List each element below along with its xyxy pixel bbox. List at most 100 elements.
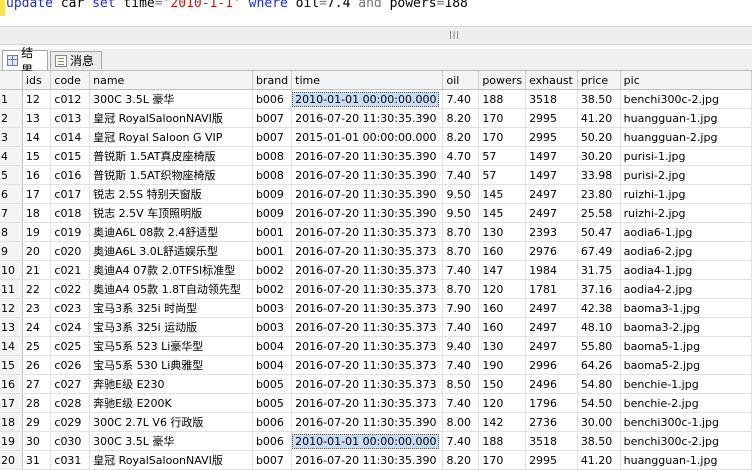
column-header-exhaust[interactable]: exhaust — [525, 71, 578, 90]
cell-time[interactable]: 2016-07-20 11:30:35.373 — [291, 279, 444, 299]
row-number[interactable]: 2 — [0, 108, 23, 128]
table-row[interactable]: 13 24 c024 宝马3系 325i 运动版 b003 2016-07-20 11:3… — [0, 317, 752, 337]
cell-name[interactable]: 奥迪A6L 08款 2.4舒适型 — [89, 222, 253, 242]
cell-time[interactable]: 2010-01-01 00:00:00.000 — [291, 431, 444, 451]
cell-ids[interactable]: 28 — [22, 393, 52, 413]
cell-time[interactable]: 2010-01-01 00:00:00.000 — [291, 89, 444, 109]
cell-name[interactable]: 锐志 2.5V 车顶照明版 — [89, 203, 253, 223]
table-row[interactable]: 12 23 c023 宝马3系 325i 时尚型 b003 2016-07-20 11:3… — [0, 298, 752, 318]
cell-code[interactable]: c012 — [50, 89, 91, 109]
cell-powers[interactable]: 57 — [478, 165, 527, 185]
cell-price[interactable]: 33.98 — [577, 165, 621, 185]
cell-price[interactable]: 30.00 — [577, 412, 621, 432]
cell-name[interactable]: 奥迪A4 05款 1.8T自动领先型 — [89, 279, 253, 299]
cell-powers[interactable]: 170 — [478, 127, 527, 147]
cell-time[interactable]: 2016-07-20 11:30:35.373 — [291, 260, 444, 280]
cell-name[interactable]: 奥迪A4 07款 2.0TFSI标准型 — [89, 260, 253, 280]
cell-price[interactable]: 55.80 — [577, 336, 621, 356]
row-number[interactable]: 15 — [0, 355, 23, 375]
column-header-oil[interactable]: oil — [442, 71, 480, 90]
row-number[interactable]: 18 — [0, 412, 23, 432]
cell-pic[interactable]: benchie-2.jpg — [620, 393, 752, 413]
cell-time[interactable]: 2016-07-20 11:30:35.373 — [291, 374, 444, 394]
cell-ids[interactable]: 25 — [22, 336, 52, 356]
cell-price[interactable]: 48.10 — [577, 317, 621, 337]
cell-price[interactable]: 25.58 — [577, 203, 621, 223]
cell-code[interactable]: c014 — [50, 127, 91, 147]
cell-time[interactable]: 2016-07-20 11:30:35.390 — [291, 108, 444, 128]
cell-brand[interactable]: b006 — [252, 89, 293, 109]
cell-time[interactable]: 2016-07-20 11:30:35.390 — [291, 146, 444, 166]
cell-oil[interactable]: 4.70 — [442, 146, 480, 166]
sql-text[interactable]: update car set time='2010-1-1' where oil… — [6, 0, 468, 11]
cell-time[interactable]: 2016-07-20 11:30:35.390 — [291, 450, 444, 470]
column-header-ids[interactable]: ids — [22, 71, 52, 90]
cell-code[interactable]: c028 — [50, 393, 91, 413]
cell-pic[interactable]: baoma5-2.jpg — [620, 355, 752, 375]
cell-pic[interactable]: benchie-1.jpg — [620, 374, 752, 394]
cell-brand[interactable]: b001 — [252, 222, 293, 242]
cell-name[interactable]: 宝马5系 523 Li豪华型 — [89, 336, 253, 356]
cell-brand[interactable]: b007 — [252, 108, 293, 128]
table-row[interactable]: 7 18 c018 锐志 2.5V 车顶照明版 b009 2016-07-20 11:30… — [0, 203, 752, 223]
cell-ids[interactable]: 22 — [22, 279, 52, 299]
cell-price[interactable]: 67.49 — [577, 241, 621, 261]
row-number[interactable]: 11 — [0, 279, 23, 299]
cell-time[interactable]: 2016-07-20 11:30:35.373 — [291, 355, 444, 375]
cell-time[interactable]: 2016-07-20 11:30:35.373 — [291, 222, 444, 242]
cell-brand[interactable]: b006 — [252, 431, 293, 451]
cell-price[interactable]: 64.26 — [577, 355, 621, 375]
cell-pic[interactable]: purisi-2.jpg — [620, 165, 752, 185]
table-row[interactable]: 11 22 c022 奥迪A4 05款 1.8T自动领先型 b002 2016-07-20… — [0, 279, 752, 299]
cell-pic[interactable]: baoma3-1.jpg — [620, 298, 752, 318]
cell-exhaust[interactable]: 3518 — [525, 431, 578, 451]
cell-exhaust[interactable]: 1497 — [525, 165, 578, 185]
cell-price[interactable]: 42.38 — [577, 298, 621, 318]
cell-oil[interactable]: 8.70 — [442, 222, 480, 242]
cell-exhaust[interactable]: 3518 — [525, 89, 578, 109]
cell-ids[interactable]: 20 — [22, 241, 52, 261]
cell-name[interactable]: 宝马3系 325i 运动版 — [89, 317, 253, 337]
row-number[interactable]: 4 — [0, 146, 23, 166]
cell-oil[interactable]: 8.50 — [442, 374, 480, 394]
cell-price[interactable]: 38.50 — [577, 431, 621, 451]
cell-pic[interactable]: huangguan-1.jpg — [620, 108, 752, 128]
cell-brand[interactable]: b003 — [252, 298, 293, 318]
cell-powers[interactable]: 145 — [478, 184, 527, 204]
cell-name[interactable]: 300C 2.7L V6 行政版 — [89, 412, 253, 432]
row-number[interactable]: 6 — [0, 184, 23, 204]
cell-exhaust[interactable]: 2393 — [525, 222, 578, 242]
cell-brand[interactable]: b009 — [252, 184, 293, 204]
cell-pic[interactable]: benchi300c-1.jpg — [620, 412, 752, 432]
cell-code[interactable]: c027 — [50, 374, 91, 394]
cell-oil[interactable]: 9.50 — [442, 184, 480, 204]
cell-exhaust[interactable]: 2976 — [525, 241, 578, 261]
cell-ids[interactable]: 18 — [22, 203, 52, 223]
cell-powers[interactable]: 150 — [478, 374, 527, 394]
table-row[interactable]: 6 17 c017 锐志 2.5S 特别天窗版 b009 2016-07-20 11:30… — [0, 184, 752, 204]
cell-powers[interactable]: 160 — [478, 298, 527, 318]
cell-pic[interactable]: benchi300c-2.jpg — [620, 431, 752, 451]
cell-code[interactable]: c017 — [50, 184, 91, 204]
table-row[interactable]: 15 26 c026 宝马5系 530 Li典雅型 b004 2016-07-20 11:… — [0, 355, 752, 375]
sql-editor[interactable]: update car set time='2010-1-1' where oil… — [0, 0, 752, 22]
row-number[interactable]: 20 — [0, 450, 23, 470]
cell-brand[interactable]: b006 — [252, 412, 293, 432]
cell-exhaust[interactable]: 2497 — [525, 203, 578, 223]
cell-price[interactable]: 54.80 — [577, 374, 621, 394]
cell-code[interactable]: c026 — [50, 355, 91, 375]
cell-pic[interactable]: aodia4-1.jpg — [620, 260, 752, 280]
cell-ids[interactable]: 15 — [22, 146, 52, 166]
cell-ids[interactable]: 24 — [22, 317, 52, 337]
cell-name[interactable]: 皇冠 RoyalSaloonNAVI版 — [89, 108, 253, 128]
cell-exhaust[interactable]: 2496 — [525, 374, 578, 394]
cell-powers[interactable]: 147 — [478, 260, 527, 280]
cell-code[interactable]: c029 — [50, 412, 91, 432]
cell-time[interactable]: 2016-07-20 11:30:35.390 — [291, 412, 444, 432]
cell-brand[interactable]: b008 — [252, 165, 293, 185]
cell-oil[interactable]: 7.40 — [442, 317, 480, 337]
cell-brand[interactable]: b002 — [252, 260, 293, 280]
row-number[interactable]: 3 — [0, 127, 23, 147]
cell-brand[interactable]: b004 — [252, 336, 293, 356]
row-number[interactable]: 1 — [0, 89, 23, 109]
